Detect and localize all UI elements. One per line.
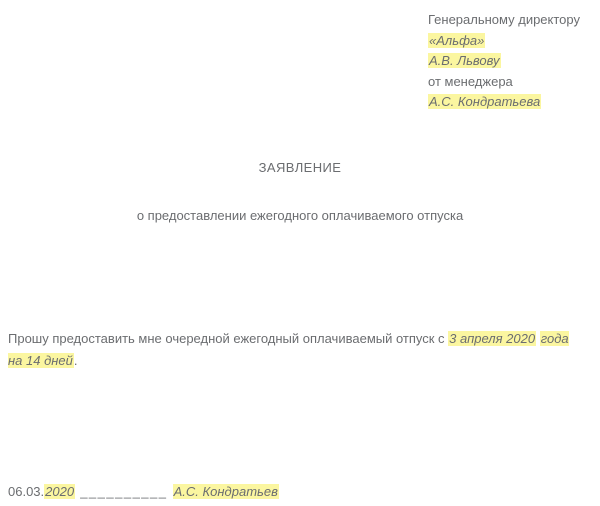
footer-date-year: 2020 [44, 484, 75, 499]
sender-role: от менеджера [428, 72, 588, 92]
recipient-block: Генеральному директору «Альфа» А.В. Льво… [428, 10, 588, 113]
body-suffix: . [74, 353, 78, 368]
document-title: ЗАЯВЛЕНИЕ [0, 158, 600, 178]
document-body: Прошу предоставить мне очередной ежегодн… [8, 328, 580, 372]
recipient-role: Генеральному директору [428, 10, 588, 30]
signature-line: 06.03.2020 __________ А.С. Кондратьев [8, 482, 279, 502]
document-subtitle: о предоставлении ежегодного оплачиваемог… [0, 206, 600, 226]
recipient-company: «Альфа» [428, 33, 485, 48]
footer-date-prefix: 06.03. [8, 484, 44, 499]
recipient-director: А.В. Львову [428, 53, 501, 68]
signature-placeholder: __________ [75, 484, 173, 499]
body-prefix: Прошу предоставить мне очередной ежегодн… [8, 331, 448, 346]
footer-signer: А.С. Кондратьев [173, 484, 279, 499]
document-page: Генеральному директору «Альфа» А.В. Льво… [0, 0, 600, 506]
body-date-start: 3 апреля 2020 [448, 331, 536, 346]
sender-name: А.С. Кондратьева [428, 94, 541, 109]
